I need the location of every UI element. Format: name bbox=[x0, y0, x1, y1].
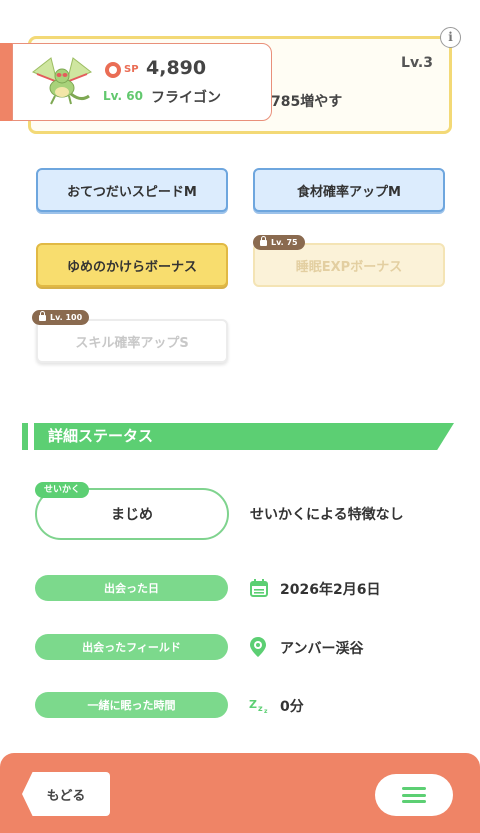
menu-button[interactable] bbox=[375, 774, 453, 816]
nature-description: せいかくによる特徴なし bbox=[250, 507, 404, 523]
menu-icon bbox=[402, 787, 426, 803]
svg-text:z: z bbox=[258, 704, 263, 713]
sp-label: SP bbox=[124, 64, 139, 75]
nature-tag: せいかく bbox=[35, 482, 90, 498]
calendar-icon bbox=[250, 579, 268, 597]
pokemon-level: Lv. 60 bbox=[103, 89, 143, 103]
main-skill-description: 785増やす bbox=[271, 94, 343, 110]
svg-text:z: z bbox=[264, 708, 268, 714]
subskill-button-1[interactable]: おてつだいスピードM bbox=[36, 168, 228, 212]
subskill-button-3[interactable]: ゆめのかけらボーナス bbox=[36, 243, 228, 287]
met-field-value: アンバー渓谷 bbox=[280, 641, 364, 657]
lock-icon bbox=[39, 310, 46, 321]
lock-badge-lv100: Lv. 100 bbox=[32, 310, 90, 325]
back-button[interactable]: もどる bbox=[22, 772, 110, 816]
subskill-button-5-locked[interactable]: スキル確率アップS bbox=[36, 319, 228, 363]
svg-text:Z: Z bbox=[249, 698, 257, 711]
info-icon[interactable]: i bbox=[440, 27, 461, 48]
section-title: 詳細ステータス bbox=[34, 423, 454, 450]
pokemon-popup[interactable]: SP 4,890 Lv. 60 フライゴン bbox=[12, 43, 272, 121]
lock-badge-lv75: Lv. 75 bbox=[253, 235, 305, 250]
location-icon bbox=[250, 637, 266, 657]
met-field-label: 出会ったフィールド bbox=[35, 634, 228, 660]
sp-icon bbox=[105, 62, 121, 78]
main-skill-level: Lv.3 bbox=[401, 55, 433, 71]
sp-value: 4,890 bbox=[146, 57, 207, 79]
pokemon-name: フライゴン bbox=[151, 90, 221, 106]
section-header-accent bbox=[22, 423, 28, 450]
subskill-button-2[interactable]: 食材確率アップM bbox=[253, 168, 445, 212]
met-date-value: 2026年2月6日 bbox=[280, 582, 381, 598]
lock-level-label: Lv. 75 bbox=[271, 238, 298, 247]
sleep-zzz-icon: Z z z bbox=[249, 698, 268, 714]
lock-level-label: Lv. 100 bbox=[50, 313, 83, 322]
lock-icon bbox=[260, 235, 267, 246]
met-date-label: 出会った日 bbox=[35, 575, 228, 601]
sleep-time-label: 一緒に眠った時間 bbox=[35, 692, 228, 718]
pokemon-sprite bbox=[32, 57, 92, 105]
sleep-time-value: 0分 bbox=[280, 699, 304, 715]
